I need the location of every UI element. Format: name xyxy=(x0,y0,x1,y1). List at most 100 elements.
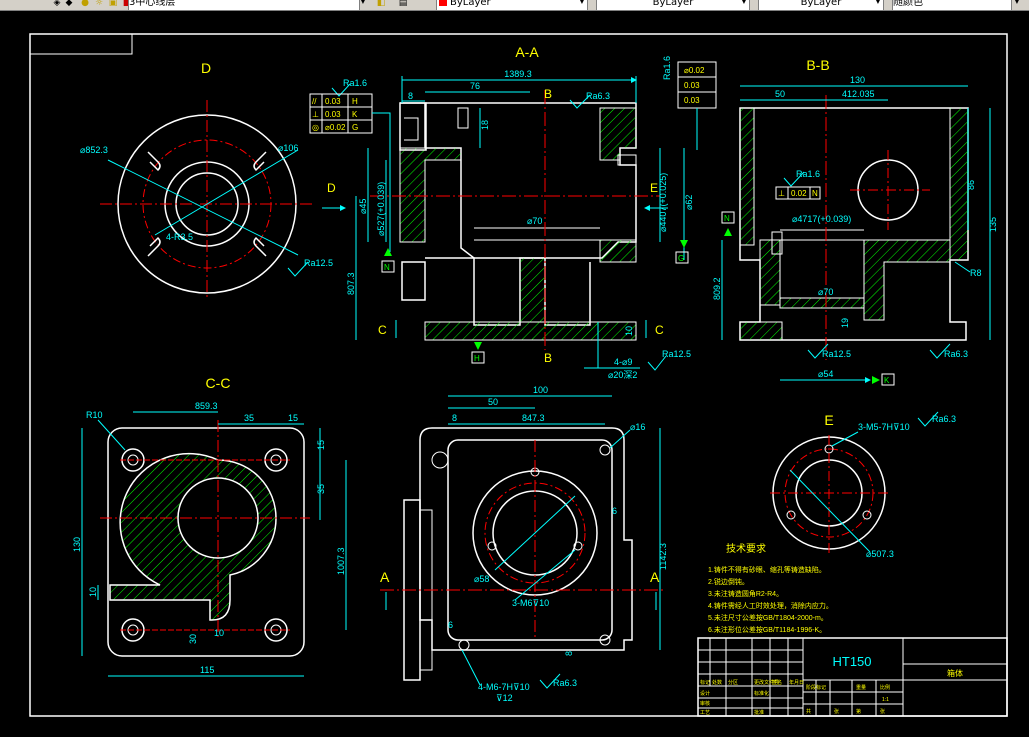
e-ra: Ra6.3 xyxy=(932,414,956,424)
aa-dim-70: ⌀70 xyxy=(527,216,542,226)
view-d-dia-outer: ⌀106 xyxy=(278,143,298,153)
e-dia: ⌀507.3 xyxy=(866,549,894,559)
aa-dim-527: ⌀527(+0.039) xyxy=(376,182,386,236)
notes-line-3: 3.未注铸造圆角R2-R4。 xyxy=(708,589,783,598)
notes-line-5: 5.未注尺寸公差按GB/T1804-2000-m。 xyxy=(708,613,828,622)
tb-cell-14: 1:1 xyxy=(882,697,889,703)
aa-mark-e: E xyxy=(650,181,658,195)
notes-line-4: 4.铸件需经人工时效处理，消除内应力。 xyxy=(708,601,833,610)
fcf-left-ref-1: K xyxy=(352,110,358,119)
bb-dim-135: 135 xyxy=(988,217,998,232)
bb-datum-n: N xyxy=(724,214,730,223)
aa-dim-4407: ⌀4407(+0.025) xyxy=(658,173,668,232)
bb-dim-130: 130 xyxy=(850,75,865,85)
plotstyle-value: 随颜色 xyxy=(893,0,923,8)
fcf-right-row-1: 0.03 xyxy=(684,81,700,90)
color-swatch xyxy=(439,0,447,6)
cc-dim-115: 115 xyxy=(200,665,214,675)
plotstyle-dropdown-arrow-icon[interactable]: ▼ xyxy=(1012,0,1022,8)
lightbulb-icon[interactable]: ● xyxy=(80,0,90,8)
cc-dim-10073: 1007.3 xyxy=(336,547,346,575)
cc-dim-30: 30 xyxy=(188,634,198,644)
properties-toolbar: ◈ ◆ ● ☼ ▣ ■ 3中心线层 ▼ ◧ ▤ ByLayer ▼ ByLaye… xyxy=(0,0,1029,11)
front-thread: 3-M6⊽10 xyxy=(512,598,549,608)
bb-dim-8092: 809.2 xyxy=(712,277,722,300)
aa-ra-top: Ra6.3 xyxy=(586,91,610,101)
front-ra: Ra6.3 xyxy=(553,678,577,688)
cc-dim-8593: 859.3 xyxy=(195,401,218,411)
view-aa: A-A 1389.3 76 8 18 ⌀45 ⌀527(+0.039) ⌀70 … xyxy=(309,44,717,380)
aa-ra-bottom: Ra12.5 xyxy=(662,349,691,359)
view-d: D ⌀852.3 ⌀106 4-R3.5 Ra12.5 xyxy=(80,60,333,300)
drawing-canvas[interactable]: D ⌀852.3 ⌀106 4-R3.5 Ra12.5 A-A 1389.3 7… xyxy=(0,11,1029,737)
bb-ra-125: Ra12.5 xyxy=(822,349,851,359)
corner-box xyxy=(29,33,133,55)
aa-dim-total: 1389.3 xyxy=(504,69,532,79)
layer-name: 3中心线层 xyxy=(129,0,176,8)
tb-cell-5: 年月日 xyxy=(789,679,804,686)
front-dim-11423: 1142.3 xyxy=(658,543,668,570)
aa-ra-right: Ra1.6 xyxy=(662,56,672,80)
lock-icon[interactable]: ▣ xyxy=(108,0,118,8)
front-dim-100: 100 xyxy=(533,385,548,395)
notes-title: 技术要求 xyxy=(726,542,766,555)
aa-dim-62: ⌀62 xyxy=(684,195,694,210)
tb-cell-18: 张 xyxy=(880,708,885,715)
fcf-left-sym-2: ◎ xyxy=(312,123,319,132)
cc-dim-35a: 35 xyxy=(244,413,254,423)
color-dropdown-arrow-icon[interactable]: ▼ xyxy=(577,0,587,8)
layers-icon[interactable]: ◆ xyxy=(64,0,74,8)
tb-cell-0: 标记 xyxy=(700,679,710,686)
view-d-dia-bolt: ⌀852.3 xyxy=(80,145,108,155)
tb-name: 箱体 xyxy=(947,668,963,678)
front-dim-58: ⌀58 xyxy=(474,574,489,584)
linetype-dropdown-arrow-icon[interactable]: ▼ xyxy=(739,0,749,8)
front-dim-16: ⌀16 xyxy=(630,422,645,432)
bb-dim-19: 19 xyxy=(840,318,850,328)
notes-line-2: 2.锐边倒钝。 xyxy=(708,577,749,586)
fcf-left-ref-2: G xyxy=(352,123,358,132)
aa-cbore: ⌀20深2 xyxy=(608,370,637,380)
tb-cell-7: 标准化 xyxy=(754,690,769,697)
tb-cell-15: 共 xyxy=(806,708,811,715)
title-block: HT150 箱体 标记 处数 分区 更改文件号 签名 年月日 设计 标准化 审核… xyxy=(697,637,1008,717)
sun-icon[interactable]: ☼ xyxy=(94,0,104,8)
view-cc-label: C-C xyxy=(206,375,231,391)
layer-previous-icon[interactable]: ▤ xyxy=(398,0,408,8)
aa-datum-g: G xyxy=(678,254,684,263)
layer-dropdown-arrow-icon[interactable]: ▼ xyxy=(358,0,368,8)
lineweight-value: ByLayer xyxy=(800,0,842,8)
front-thread2: 4-M6-7H⊽10 xyxy=(478,682,530,692)
plotstyle-dropdown[interactable]: 随颜色 xyxy=(892,0,1012,10)
linetype-dropdown[interactable]: ByLayer xyxy=(596,0,750,10)
fcf-left-val-2: ⌀0.02 xyxy=(325,123,346,132)
layer-states-icon[interactable]: ◈ xyxy=(52,0,62,8)
front-dim-8b: 8 xyxy=(564,651,574,656)
view-front: 100 50 8 847.3 ⌀16 6 ⌀58 3-M6⊽10 1142.3 … xyxy=(380,385,668,703)
fcf-right-row-0: ⌀0.02 xyxy=(684,66,705,75)
tb-cell-2: 分区 xyxy=(728,679,738,686)
cc-dim-15a: 15 xyxy=(288,413,298,423)
tb-cell-8: 审核 xyxy=(700,700,710,707)
tb-cell-12: 重量 xyxy=(856,684,866,691)
e-thread: 3-M5-7H⊽10 xyxy=(858,422,910,432)
bb-ra-63: Ra6.3 xyxy=(944,349,968,359)
view-d-roughness: Ra12.5 xyxy=(304,258,333,268)
bb-dim-70: ⌀70 xyxy=(818,287,833,297)
tb-cell-1: 处数 xyxy=(712,679,722,686)
cc-r10: R10 xyxy=(86,410,103,420)
bb-dim-r8: R8 xyxy=(970,268,982,278)
tb-cell-13: 比例 xyxy=(880,684,890,691)
aa-datum-h: H xyxy=(474,354,480,363)
view-bb: B-B 130 50 412.035 86 135 R8 ⌀4717(+0.03… xyxy=(712,57,998,386)
bb-dim-477: ⌀4717(+0.039) xyxy=(792,214,851,224)
lineweight-dropdown-arrow-icon[interactable]: ▼ xyxy=(873,0,883,8)
fcf-left-sym-0: // xyxy=(312,97,317,106)
layer-dropdown[interactable]: 3中心线层 xyxy=(128,0,360,10)
aa-dim-10: 10 xyxy=(624,326,634,336)
color-dropdown[interactable]: ByLayer xyxy=(436,0,588,10)
bb-fcf-sym: ⊥ xyxy=(778,189,785,198)
make-current-icon[interactable]: ◧ xyxy=(376,0,386,8)
lineweight-dropdown[interactable]: ByLayer xyxy=(758,0,884,10)
color-value: ByLayer xyxy=(450,0,491,8)
